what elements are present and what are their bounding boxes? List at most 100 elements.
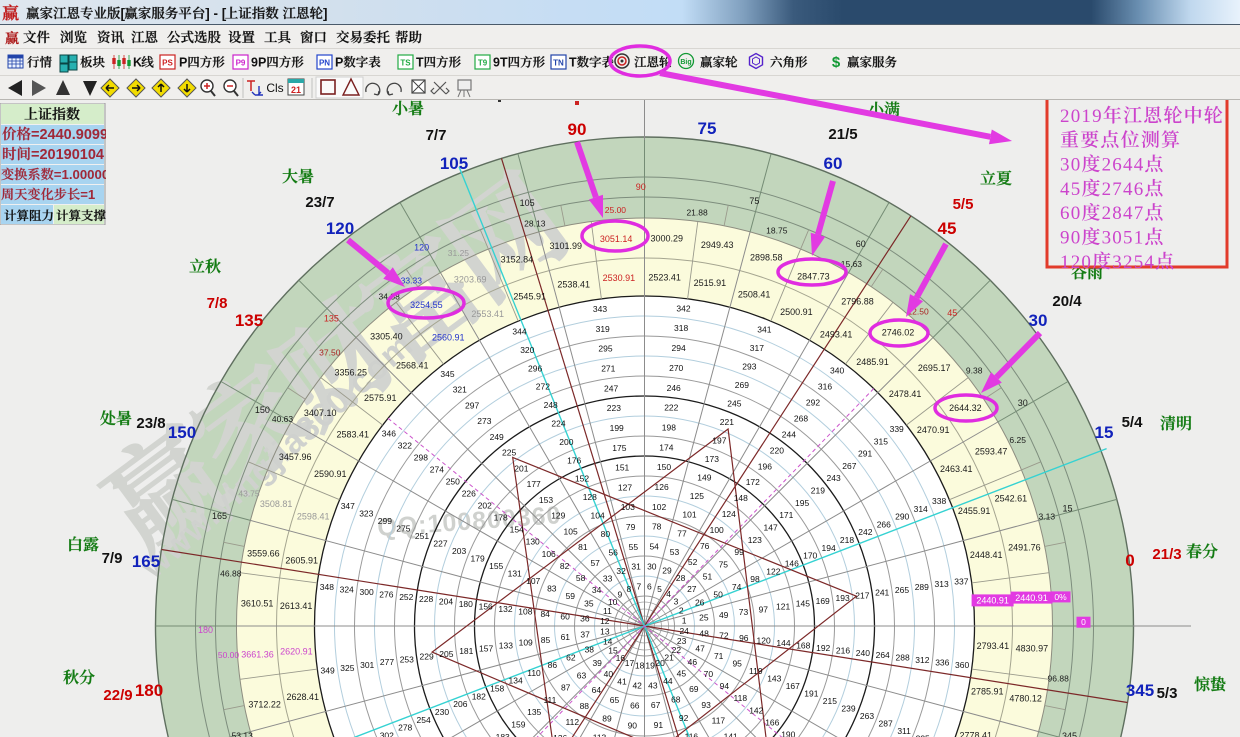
svg-text:15: 15: [1095, 423, 1114, 442]
svg-text:222: 222: [664, 403, 678, 413]
svg-text:158: 158: [490, 684, 504, 694]
svg-text:94: 94: [720, 681, 730, 691]
svg-text:88: 88: [580, 701, 590, 711]
svg-text:30: 30: [1018, 398, 1028, 408]
svg-text:223: 223: [607, 403, 621, 413]
svg-text:86: 86: [548, 660, 558, 670]
svg-text:243: 243: [827, 473, 841, 483]
svg-text:120: 120: [326, 219, 354, 238]
svg-text:28.13: 28.13: [524, 219, 546, 229]
svg-text:198: 198: [662, 423, 676, 433]
svg-text:144: 144: [776, 638, 790, 648]
svg-text:71: 71: [714, 651, 724, 661]
svg-text:180: 180: [198, 625, 213, 635]
svg-text:273: 273: [477, 416, 491, 426]
svg-text:3254.55: 3254.55: [410, 300, 443, 310]
svg-text:268: 268: [794, 413, 808, 423]
svg-text:346: 346: [382, 428, 396, 438]
svg-text:319: 319: [596, 324, 610, 334]
svg-text:124: 124: [722, 509, 736, 519]
svg-text:20/4: 20/4: [1052, 293, 1082, 310]
svg-text:97: 97: [759, 604, 769, 614]
svg-text:84: 84: [540, 609, 550, 619]
svg-text:230: 230: [435, 707, 449, 717]
svg-text:194: 194: [822, 543, 836, 553]
svg-text:191: 191: [804, 688, 818, 698]
svg-text:122: 122: [766, 566, 780, 576]
svg-text:2553.41: 2553.41: [471, 309, 504, 319]
svg-text:246: 246: [667, 383, 681, 393]
svg-text:289: 289: [915, 582, 929, 592]
svg-text:5/5: 5/5: [953, 196, 974, 213]
svg-text:Big: Big: [680, 59, 691, 66]
svg-text:199: 199: [610, 423, 624, 433]
svg-text:22: 22: [672, 645, 682, 655]
svg-text:300: 300: [360, 587, 374, 597]
svg-text:3457.96: 3457.96: [279, 452, 312, 462]
svg-text:119: 119: [749, 666, 763, 676]
svg-text:2470.91: 2470.91: [917, 425, 950, 435]
svg-text:53: 53: [670, 547, 680, 557]
svg-text:168: 168: [796, 641, 810, 651]
svg-text:314: 314: [914, 504, 928, 514]
svg-text:142: 142: [749, 705, 763, 715]
svg-text:180: 180: [459, 599, 473, 609]
svg-text:2644.32: 2644.32: [949, 403, 982, 413]
svg-text:100: 100: [710, 525, 724, 535]
svg-text:264: 264: [876, 650, 890, 660]
svg-text:25.00: 25.00: [605, 205, 627, 215]
svg-text:318: 318: [674, 323, 688, 333]
svg-text:320: 320: [520, 345, 534, 355]
svg-text:2500.91: 2500.91: [780, 307, 813, 317]
svg-text:7: 7: [637, 581, 642, 591]
svg-text:19: 19: [645, 661, 655, 671]
svg-text:336: 336: [935, 658, 949, 668]
svg-text:130: 130: [526, 537, 540, 547]
svg-text:149: 149: [697, 473, 711, 483]
svg-text:345: 345: [440, 369, 454, 379]
svg-text:52: 52: [688, 557, 698, 567]
svg-text:157: 157: [479, 643, 493, 653]
svg-text:339: 339: [890, 424, 904, 434]
svg-text:45: 45: [938, 219, 957, 238]
svg-text:57: 57: [590, 558, 600, 568]
svg-text:=2440.9099: =2440.9099: [31, 127, 108, 143]
svg-text:3051.14: 3051.14: [600, 234, 633, 244]
svg-text:3.13: 3.13: [1039, 511, 1056, 521]
svg-text:P9: P9: [236, 59, 246, 68]
svg-text:31: 31: [631, 562, 641, 572]
svg-text:]: ]: [323, 6, 328, 21]
svg-text:95: 95: [732, 659, 742, 669]
svg-text:340: 340: [830, 365, 844, 375]
svg-text:179: 179: [471, 554, 485, 564]
svg-text:201: 201: [514, 463, 528, 473]
svg-text:311: 311: [897, 726, 911, 736]
svg-text:7/8: 7/8: [207, 295, 228, 312]
svg-text:5/3: 5/3: [1157, 685, 1178, 702]
svg-text:121: 121: [776, 602, 790, 612]
svg-text:146: 146: [785, 559, 799, 569]
svg-text:2019: 2019: [1060, 106, 1103, 127]
svg-text:28: 28: [676, 573, 686, 583]
svg-text:60: 60: [856, 239, 866, 249]
svg-text:3661.36: 3661.36: [241, 649, 274, 659]
svg-text:105: 105: [564, 526, 578, 536]
svg-text:96.88: 96.88: [1048, 674, 1070, 684]
svg-text:104: 104: [591, 511, 605, 521]
svg-text:196: 196: [758, 461, 772, 471]
svg-text:270: 270: [669, 363, 683, 373]
svg-text:39: 39: [592, 658, 602, 668]
svg-text:83: 83: [547, 584, 557, 594]
svg-text:120: 120: [757, 636, 771, 646]
svg-text:153: 153: [539, 495, 553, 505]
svg-text:96: 96: [739, 633, 749, 643]
svg-text:159: 159: [511, 720, 525, 730]
svg-text:105: 105: [520, 198, 535, 208]
svg-text:170: 170: [803, 551, 817, 561]
svg-text:2605.91: 2605.91: [285, 556, 318, 566]
svg-text:253: 253: [400, 654, 414, 664]
svg-text:315: 315: [874, 436, 888, 446]
svg-text:103: 103: [621, 502, 635, 512]
svg-text:269: 269: [735, 380, 749, 390]
svg-text:63: 63: [577, 670, 587, 680]
